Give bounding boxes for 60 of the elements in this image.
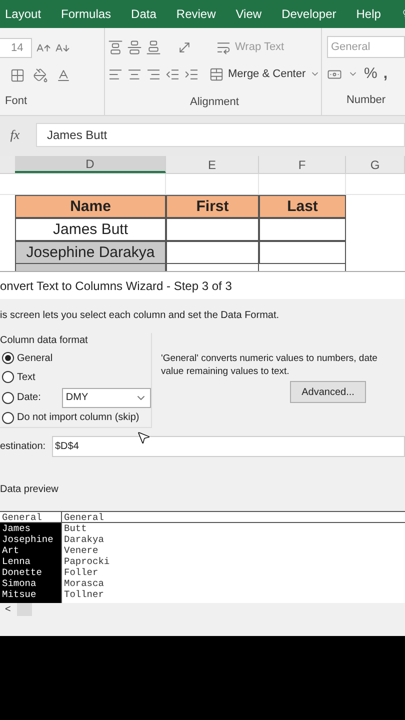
radio-button[interactable] xyxy=(2,412,14,424)
orientation-icon[interactable] xyxy=(177,40,192,54)
group-title: Column data format xyxy=(0,334,89,348)
radio-label[interactable]: Text xyxy=(17,370,36,385)
ribbon-tab[interactable]: Developer xyxy=(282,5,336,23)
destination-label: estination: xyxy=(0,440,47,454)
radio-label[interactable]: Date: xyxy=(17,390,48,406)
align-top-icon[interactable] xyxy=(108,40,123,54)
header-cell: Last xyxy=(259,195,346,218)
radio-button[interactable] xyxy=(2,392,14,404)
ribbon-tab[interactable]: Help xyxy=(356,5,381,23)
column-header[interactable]: G xyxy=(346,156,405,173)
group-label: Number xyxy=(346,93,386,108)
ribbon-tab[interactable]: Data xyxy=(131,5,156,23)
scroll-left-button[interactable]: < xyxy=(5,602,17,617)
column-header[interactable]: E xyxy=(166,156,259,173)
column-header[interactable]: D xyxy=(15,156,166,173)
radio-button[interactable] xyxy=(2,352,14,364)
wrap-text-icon[interactable] xyxy=(216,40,231,54)
name-cell: James Butt xyxy=(15,218,166,242)
preview-label: Data preview xyxy=(0,483,60,497)
decrease-indent-icon[interactable] xyxy=(165,66,180,82)
header-cell: Name xyxy=(15,195,166,218)
intro-text: is screen lets you select each column and set the Data Format. xyxy=(0,309,280,323)
destination-field[interactable]: $D$4 xyxy=(52,436,405,457)
preview-column[interactable]: James Josephine Art Lenna Donette Simona Mitsue xyxy=(0,523,61,603)
ribbon-tab[interactable]: Review xyxy=(176,5,216,23)
name-cell: Josephine Darakya xyxy=(15,241,166,264)
merge-icon[interactable] xyxy=(209,66,224,82)
scroll-thumb[interactable] xyxy=(17,603,32,616)
radio-button[interactable] xyxy=(2,371,14,384)
borders-icon[interactable] xyxy=(10,68,25,82)
align-middle-icon[interactable] xyxy=(127,40,142,54)
font-size-field[interactable]: 14 xyxy=(0,38,32,58)
merge-center-button[interactable]: Merge & Center xyxy=(228,66,306,82)
fx-label[interactable]: fx xyxy=(0,125,30,145)
percent-button[interactable]: % xyxy=(364,62,378,86)
fill-color-icon[interactable] xyxy=(33,68,48,82)
cursor-icon xyxy=(136,430,151,445)
group-label: Font xyxy=(4,94,28,109)
formula-field[interactable]: James Butt xyxy=(36,123,405,147)
ribbon-tab[interactable]: View xyxy=(236,5,262,23)
ribbon-tab[interactable]: Formulas xyxy=(61,5,112,23)
advanced-button[interactable]: Advanced... xyxy=(290,381,366,403)
radio-label[interactable]: Do not import column (skip) xyxy=(17,410,140,426)
font-color-icon[interactable] xyxy=(56,68,71,82)
align-bottom-icon[interactable] xyxy=(146,40,161,54)
dialog-title: onvert Text to Columns Wizard - Step 3 of 3 xyxy=(0,278,232,294)
align-left-icon[interactable] xyxy=(108,66,123,82)
radio-label[interactable]: General xyxy=(17,350,53,366)
align-right-icon[interactable] xyxy=(146,66,161,82)
date-dropdown[interactable]: DMY xyxy=(62,388,151,408)
header-cell: First xyxy=(166,195,259,218)
group-label: Alignment xyxy=(190,95,239,110)
comma-button[interactable]: , xyxy=(383,62,388,86)
format-description: 'General' converts numeric values to numbers, date value remaining values to text. xyxy=(161,352,378,378)
increase-indent-icon[interactable] xyxy=(184,66,199,82)
ribbon-tab[interactable]: Layout xyxy=(5,5,42,23)
column-header[interactable]: F xyxy=(259,156,346,173)
align-center-icon[interactable] xyxy=(127,66,142,82)
